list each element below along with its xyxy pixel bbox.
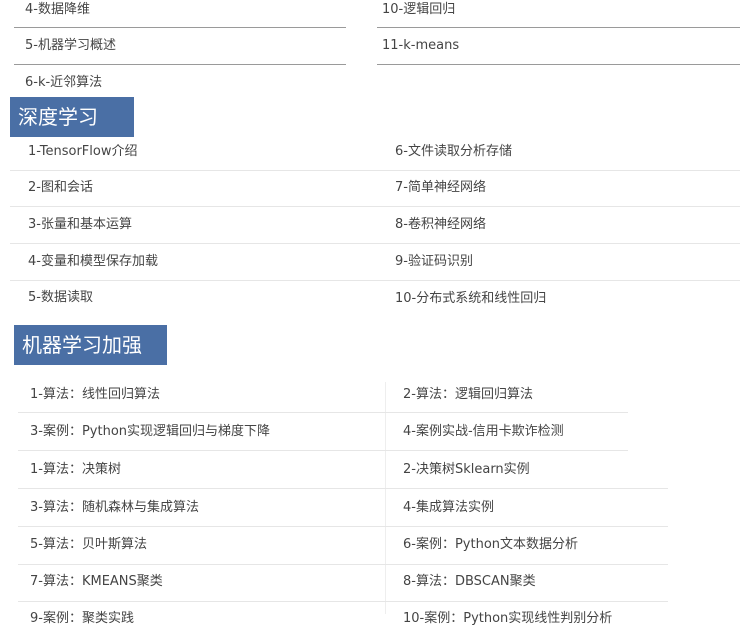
divider (10, 243, 740, 244)
section-title-ml-advanced: 机器学习加强 (14, 325, 167, 365)
course-item[interactable]: 10-案例：Python实现线性判别分析 (403, 611, 612, 627)
course-item[interactable]: 3-算法：随机森林与集成算法 (30, 500, 199, 516)
divider (10, 170, 740, 171)
divider (14, 27, 346, 28)
course-item[interactable]: 6-文件读取分析存储 (395, 144, 512, 160)
course-item[interactable]: 1-算法：决策树 (30, 462, 121, 478)
course-item[interactable]: 6-案例：Python文本数据分析 (403, 537, 578, 553)
divider (18, 412, 628, 413)
divider (18, 601, 668, 602)
course-item[interactable]: 2-算法：逻辑回归算法 (403, 387, 533, 403)
course-item[interactable]: 10-分布式系统和线性回归 (395, 291, 546, 307)
course-item[interactable]: 3-张量和基本运算 (28, 217, 132, 233)
course-item[interactable]: 8-卷积神经网络 (395, 217, 486, 233)
divider (18, 450, 628, 451)
course-item[interactable]: 4-案例实战-信用卡欺诈检测 (403, 424, 564, 440)
divider (18, 488, 668, 489)
course-item[interactable]: 1-TensorFlow介绍 (28, 144, 138, 160)
course-item[interactable]: 5-算法：贝叶斯算法 (30, 537, 147, 553)
divider (377, 27, 740, 28)
course-item[interactable]: 8-算法：DBSCAN聚类 (403, 574, 536, 590)
course-item[interactable]: 5-数据读取 (28, 290, 93, 306)
divider (14, 64, 346, 65)
course-item[interactable]: 1-算法：线性回归算法 (30, 387, 160, 403)
divider (10, 206, 740, 207)
course-item[interactable]: 2-决策树Sklearn实例 (403, 462, 530, 478)
divider (377, 64, 740, 65)
course-item[interactable]: 7-简单神经网络 (395, 180, 486, 196)
course-item[interactable]: 10-逻辑回归 (382, 2, 455, 18)
course-item[interactable]: 4-数据降维 (25, 2, 90, 18)
course-item[interactable]: 9-验证码识别 (395, 254, 473, 270)
section-title-deep-learning: 深度学习 (10, 97, 134, 137)
course-item[interactable]: 4-变量和模型保存加载 (28, 254, 158, 270)
course-item[interactable]: 11-k-means (382, 38, 459, 54)
course-item[interactable]: 9-案例：聚类实践 (30, 611, 134, 627)
divider (18, 564, 668, 565)
divider (10, 280, 740, 281)
course-item[interactable]: 4-集成算法实例 (403, 500, 494, 516)
column-divider (385, 382, 386, 614)
course-item[interactable]: 7-算法：KMEANS聚类 (30, 574, 163, 590)
divider (18, 526, 668, 527)
course-item[interactable]: 5-机器学习概述 (25, 38, 116, 54)
course-item[interactable]: 3-案例：Python实现逻辑回归与梯度下降 (30, 424, 270, 440)
course-item[interactable]: 2-图和会话 (28, 180, 93, 196)
course-item[interactable]: 6-k-近邻算法 (25, 75, 102, 91)
